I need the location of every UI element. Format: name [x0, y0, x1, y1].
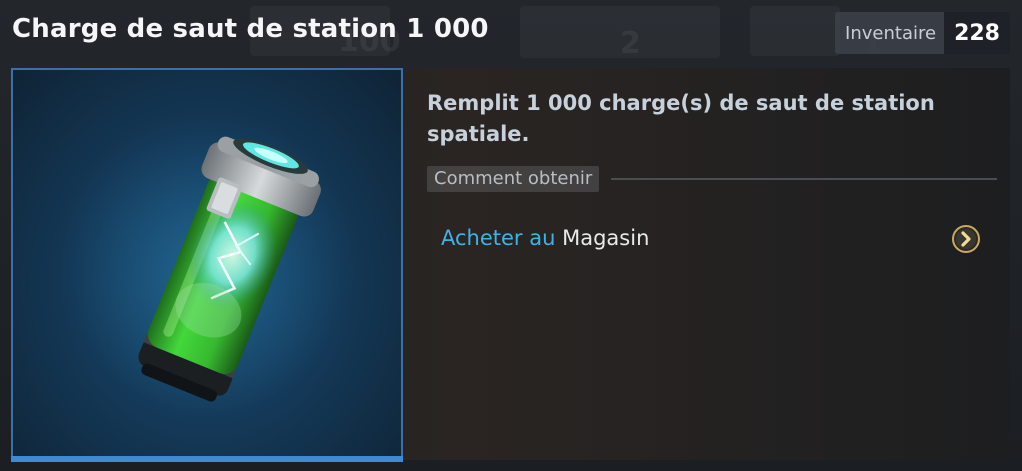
- item-detail-window: 100 2 1 Charge de saut de station 1 000 …: [0, 0, 1022, 471]
- obtain-action: Acheter au: [441, 226, 556, 250]
- item-icon-panel: [11, 68, 403, 462]
- item-title: Charge de saut de station 1 000: [12, 14, 489, 44]
- obtain-source-text: Acheter au Magasin: [441, 226, 649, 250]
- obtain-section-header: Comment obtenir: [427, 166, 997, 192]
- inventory-count: 228: [944, 12, 1010, 54]
- obtain-source-shop[interactable]: Acheter au Magasin: [427, 216, 987, 260]
- title-bar: Charge de saut de station 1 000 Inventai…: [0, 0, 1022, 62]
- inventory-label: Inventaire: [835, 12, 945, 54]
- obtain-place: Magasin: [562, 226, 650, 250]
- item-content: Remplit 1 000 charge(s) de saut de stati…: [11, 68, 1010, 462]
- divider: [611, 178, 997, 180]
- inventory-badge: Inventaire 228: [835, 12, 1010, 54]
- jump-charge-canister-icon: [138, 136, 321, 402]
- obtain-header-label: Comment obtenir: [427, 166, 600, 192]
- chevron-right-icon[interactable]: [951, 224, 981, 254]
- selection-underline: [11, 456, 403, 462]
- item-description: Remplit 1 000 charge(s) de saut de stati…: [427, 91, 935, 146]
